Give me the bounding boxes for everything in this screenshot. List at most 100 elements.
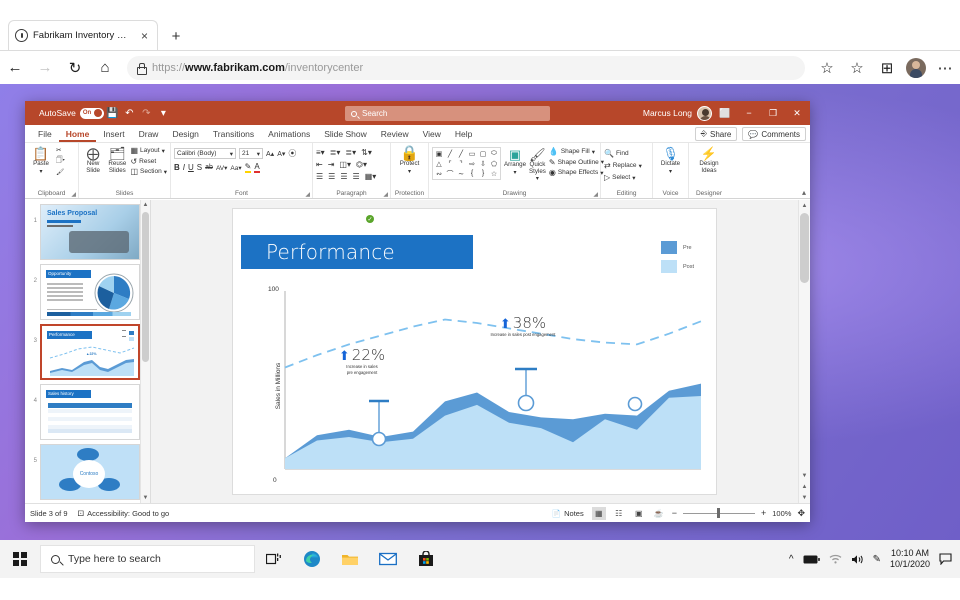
tab-transitions[interactable]: Transitions xyxy=(206,126,261,142)
section-button[interactable]: ◫Section▾ xyxy=(130,167,167,176)
quick-styles-button[interactable]: 🖌 Quick Styles ▾ xyxy=(529,147,546,183)
accessibility-status[interactable]: ⚀ Accessibility: Good to go xyxy=(78,509,170,518)
save-icon[interactable]: 💾 xyxy=(104,105,121,122)
increase-font-size-icon[interactable]: A▴ xyxy=(266,150,274,158)
shape-fill-button[interactable]: 💧Shape Fill▾ xyxy=(549,147,604,156)
store-icon[interactable] xyxy=(407,540,445,578)
back-button[interactable]: ← xyxy=(0,53,30,83)
tab-view[interactable]: View xyxy=(416,126,448,142)
shape-rounded-rect[interactable]: ▢ xyxy=(478,149,488,158)
font-size-input[interactable]: 21▾ xyxy=(239,148,263,159)
protect-button[interactable]: 🔒 Protect ▾ xyxy=(397,146,423,175)
autosave-toggle[interactable]: On xyxy=(80,108,104,119)
thumbnail-scroll-thumb[interactable] xyxy=(142,212,149,362)
minimize-button[interactable]: − xyxy=(738,101,760,125)
tab-design[interactable]: Design xyxy=(165,126,205,142)
slide-counter[interactable]: Slide 3 of 9 xyxy=(30,509,68,518)
previous-slide-icon[interactable]: ▲ xyxy=(799,481,810,492)
slide-thumbnail-3[interactable]: Performance ▲22% xyxy=(40,324,140,380)
action-center-icon[interactable] xyxy=(939,553,952,565)
slide-thumbnail-4[interactable]: Sales history xyxy=(40,384,140,440)
zoom-slider[interactable] xyxy=(683,507,755,519)
start-button[interactable] xyxy=(0,540,40,578)
numbering-icon[interactable]: ≣▾ xyxy=(330,148,341,157)
shape-outline-button[interactable]: ✎Shape Outline▾ xyxy=(549,158,604,167)
shape-elbow[interactable]: ⌜ xyxy=(445,159,455,168)
font-dialog-launcher[interactable]: ◢ xyxy=(305,191,310,198)
slide-title-shape[interactable]: Performance xyxy=(241,235,473,269)
dictate-caret-icon[interactable]: ▾ xyxy=(669,169,672,176)
tab-help[interactable]: Help xyxy=(448,126,479,142)
slide-thumbnail-2[interactable]: Opportunity xyxy=(40,264,140,320)
new-slide-button[interactable]: ⨁ New Slide xyxy=(82,146,104,174)
font-color-icon[interactable]: A xyxy=(254,162,259,173)
taskbar-clock[interactable]: 10:10 AM 10/1/2020 xyxy=(890,548,930,570)
favorite-star-icon[interactable]: ☆ xyxy=(812,53,842,83)
slide-scrollbar[interactable]: ▲ ▼ ▲ ▼ xyxy=(798,200,810,503)
shape-arrow[interactable]: ╱ xyxy=(456,149,466,158)
shape-freeform[interactable]: ∾ xyxy=(434,169,444,178)
zoom-out-button[interactable]: − xyxy=(672,508,677,518)
shape-textbox[interactable]: ▣ xyxy=(434,149,444,158)
shape-gallery[interactable]: ▣ ╱ ╱ ▭ ▢ ⬭ △ ⌜ ⌝ ⇨ ⇩ ⬠ ∾ ⌒ ∼ { } xyxy=(432,147,501,180)
autosave-control[interactable]: AutoSave On xyxy=(39,108,104,119)
normal-view-button[interactable]: ▦ xyxy=(592,507,606,520)
notes-button[interactable]: 📄 Notes xyxy=(552,509,584,518)
zoom-level-label[interactable]: 100% xyxy=(772,509,791,518)
wifi-icon[interactable] xyxy=(829,554,842,564)
shape-oval[interactable]: ⬭ xyxy=(489,149,499,158)
convert-to-smartart-icon[interactable]: ▦▾ xyxy=(365,172,377,181)
show-hidden-icons-icon[interactable]: ^ xyxy=(789,554,794,565)
home-button[interactable]: ⌂ xyxy=(90,53,120,83)
shape-triangle[interactable]: △ xyxy=(434,159,444,168)
shape-rect[interactable]: ▭ xyxy=(467,149,477,158)
underline-button[interactable]: U xyxy=(188,163,194,172)
tab-review[interactable]: Review xyxy=(374,126,416,142)
tab-home[interactable]: Home xyxy=(59,126,97,142)
slide-sorter-button[interactable]: ☷ xyxy=(612,507,626,520)
thumbnail-scroll-up-icon[interactable]: ▲ xyxy=(141,200,150,210)
address-bar[interactable]: https://www.fabrikam.com/inventorycenter xyxy=(127,56,805,80)
close-button[interactable]: ✕ xyxy=(786,101,808,125)
browser-tab[interactable]: Fabrikam Inventory Center × xyxy=(8,20,158,50)
bullets-icon[interactable]: ≡▾ xyxy=(316,148,325,157)
columns-icon[interactable]: ◫▾ xyxy=(339,160,351,169)
favorites-bar-icon[interactable]: ☆ xyxy=(842,53,872,83)
character-spacing-button[interactable]: AV▾ xyxy=(216,164,227,172)
italic-button[interactable]: I xyxy=(183,163,185,172)
paste-caret-icon[interactable]: ▾ xyxy=(39,169,42,176)
shape-line[interactable]: ╱ xyxy=(445,149,455,158)
change-case-button[interactable]: Aa▾ xyxy=(230,164,241,172)
new-tab-button[interactable]: + xyxy=(166,26,186,46)
collections-icon[interactable]: ⊞ xyxy=(872,53,902,83)
slide-thumbnail-5[interactable]: Contoso xyxy=(40,444,140,500)
reset-button[interactable]: ↺Reset xyxy=(130,157,167,166)
zoom-in-button[interactable]: + xyxy=(761,508,766,518)
volume-icon[interactable] xyxy=(851,554,864,565)
replace-button[interactable]: ⇄Replace▾ xyxy=(604,161,642,170)
strikethrough-button[interactable]: ab xyxy=(205,164,213,171)
mail-icon[interactable] xyxy=(369,540,407,578)
pen-icon[interactable]: ✎ xyxy=(873,554,881,565)
close-tab-icon[interactable]: × xyxy=(138,29,151,43)
file-explorer-icon[interactable] xyxy=(331,540,369,578)
collapse-ribbon-icon[interactable]: ▴ xyxy=(802,188,806,197)
slide-canvas[interactable]: ✓ Performance Pre Post Sales in Millio xyxy=(233,209,716,494)
dictate-button[interactable]: 🎙 Dictate ▾ xyxy=(658,146,684,175)
shape-right-brace[interactable]: } xyxy=(478,169,488,178)
decrease-indent-icon[interactable]: ⇤ xyxy=(316,160,323,169)
shape-left-brace[interactable]: { xyxy=(467,169,477,178)
cut-icon[interactable]: ✂ xyxy=(56,146,65,154)
zoom-handle[interactable] xyxy=(717,508,720,518)
find-button[interactable]: 🔍Find xyxy=(604,149,642,158)
tab-insert[interactable]: Insert xyxy=(96,126,131,142)
layout-button[interactable]: ▦Layout▾ xyxy=(130,146,167,155)
bold-button[interactable]: B xyxy=(174,163,180,172)
increase-indent-icon[interactable]: ⇥ xyxy=(328,160,335,169)
edge-icon[interactable] xyxy=(293,540,331,578)
reuse-slides-button[interactable]: 🗂 Reuse Slides xyxy=(106,146,128,174)
profile-avatar[interactable] xyxy=(906,58,926,78)
reading-view-button[interactable]: ▣ xyxy=(632,507,646,520)
ribbon-display-options-icon[interactable]: ⬜ xyxy=(714,101,736,125)
shape-curve[interactable]: ⌝ xyxy=(456,159,466,168)
